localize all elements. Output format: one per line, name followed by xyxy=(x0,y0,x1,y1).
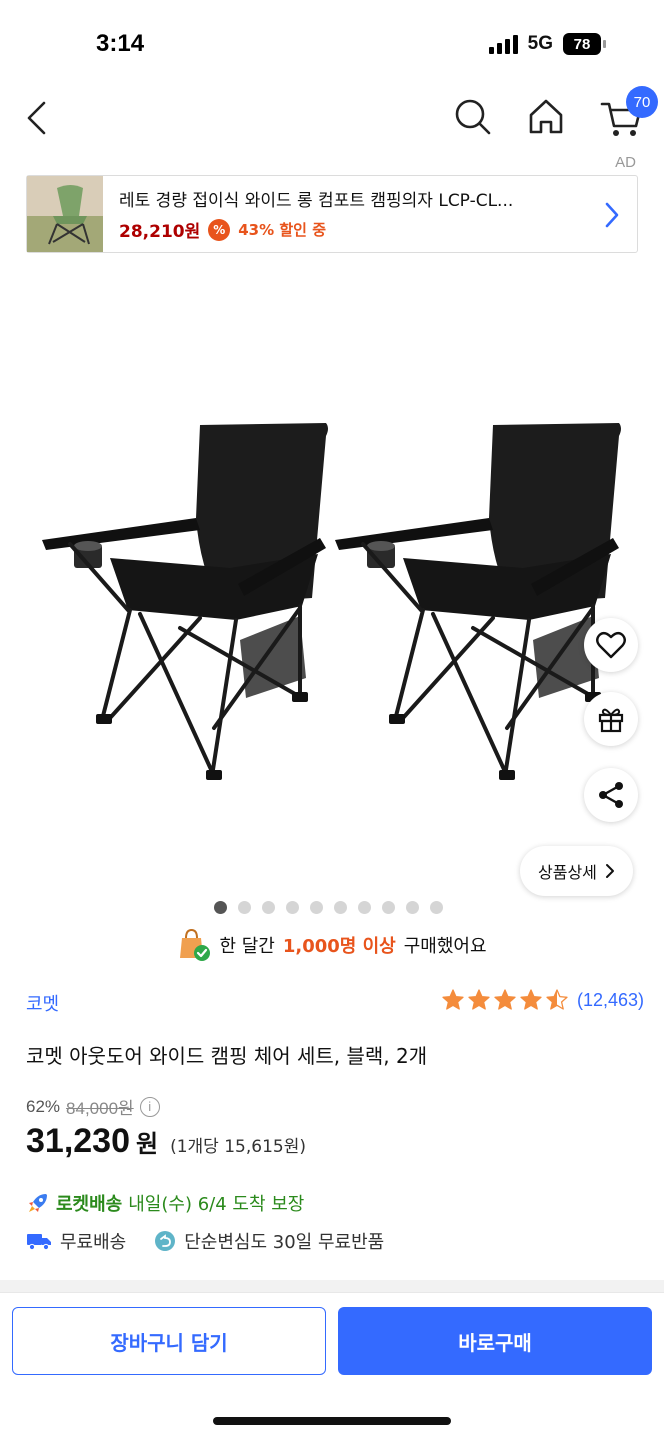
share-button[interactable] xyxy=(584,768,638,822)
perks-row: 무료배송 단순변심도 30일 무료반품 xyxy=(26,1228,384,1254)
gift-icon xyxy=(598,708,624,733)
star-half-icon xyxy=(546,989,568,1010)
pagination-dot[interactable] xyxy=(430,901,443,914)
camping-chair-illustration xyxy=(42,421,623,782)
section-divider xyxy=(0,1280,664,1292)
heart-icon xyxy=(596,631,626,659)
pagination-dot[interactable] xyxy=(310,901,323,914)
sale-price-row: 31,230 원 (1개당 15,615원) xyxy=(26,1122,306,1161)
original-price-row: 62% 84,000원 i xyxy=(26,1094,160,1119)
battery-icon: 78 xyxy=(563,33,606,55)
pagination-dot[interactable] xyxy=(286,901,299,914)
signal-icon xyxy=(488,34,518,54)
discount-percent-icon: % xyxy=(208,218,231,241)
purchase-count-banner: 한 달간 1,000명 이상 구매했어요 xyxy=(0,928,664,962)
pagination-dot[interactable] xyxy=(382,901,395,914)
bottom-action-bar: 장바구니 담기 바로구매 xyxy=(0,1292,664,1440)
status-time: 3:14 xyxy=(96,30,145,57)
cart-count-badge: 70 xyxy=(626,86,658,118)
pagination-dot[interactable] xyxy=(238,901,251,914)
rating-summary[interactable]: (12,463) xyxy=(441,988,644,1012)
star-full-icon xyxy=(468,989,490,1010)
pagination-dot[interactable] xyxy=(358,901,371,914)
product-detail-label: 상품상세 xyxy=(538,863,597,882)
pagination-dot[interactable] xyxy=(214,901,227,914)
purchase-prefix: 한 달간 xyxy=(219,936,275,957)
home-icon[interactable] xyxy=(526,96,566,136)
ad-thumbnail xyxy=(27,176,103,252)
sale-price: 31,230 xyxy=(26,1122,130,1160)
ad-price: 28,210원 xyxy=(119,222,201,242)
product-detail-button[interactable]: 상품상세 xyxy=(520,846,633,896)
search-icon[interactable] xyxy=(452,96,492,136)
unit-price: (1개당 15,615원) xyxy=(170,1137,306,1157)
rocket-delivery-label: 로켓배송 xyxy=(56,1194,123,1215)
info-icon[interactable]: i xyxy=(139,1096,160,1117)
return-icon xyxy=(155,1231,176,1251)
pagination-dot[interactable] xyxy=(406,901,419,914)
rating-stars xyxy=(441,988,569,1012)
rocket-delivery-row: 로켓배송 내일(수) 6/4 도착 보장 xyxy=(26,1190,304,1216)
status-bar: 3:14 5G 78 xyxy=(0,0,664,92)
price-currency: 원 xyxy=(136,1130,159,1158)
purchase-highlight: 1,000명 이상 xyxy=(282,936,396,957)
shopping-bag-check-icon xyxy=(180,928,211,961)
add-to-cart-button[interactable]: 장바구니 담기 xyxy=(12,1307,326,1375)
rocket-icon xyxy=(29,1194,47,1212)
network-label: 5G xyxy=(527,33,553,54)
star-full-icon xyxy=(520,989,542,1010)
status-indicators: 5G 78 xyxy=(488,33,606,55)
product-title: 코멧 아웃도어 와이드 캠핑 체어 세트, 블랙, 2개 xyxy=(26,1044,428,1068)
gift-button[interactable] xyxy=(584,692,638,746)
ad-title: 레토 경량 접이식 와이드 롱 컴포트 캠핑의자 LCP-CL... xyxy=(119,191,514,211)
ad-label: AD xyxy=(615,154,636,171)
share-icon xyxy=(599,782,623,808)
review-count: (12,463) xyxy=(576,989,644,1010)
ad-banner[interactable]: 레토 경량 접이식 와이드 롱 컴포트 캠핑의자 LCP-CL... 28,21… xyxy=(26,175,638,253)
buy-now-button[interactable]: 바로구매 xyxy=(338,1307,652,1375)
top-nav: 70 xyxy=(0,86,664,148)
free-return: 단순변심도 30일 무료반품 xyxy=(184,1232,385,1253)
pagination-dot[interactable] xyxy=(262,901,275,914)
ad-discount: 43% 할인 중 xyxy=(238,221,326,239)
truck-icon xyxy=(27,1234,51,1251)
pagination-dot[interactable] xyxy=(334,901,347,914)
brand-link[interactable]: 코멧 xyxy=(26,990,59,1016)
back-arrow-icon[interactable] xyxy=(22,98,52,138)
original-price: 84,000원 xyxy=(66,1099,134,1118)
star-full-icon xyxy=(494,989,516,1010)
wishlist-heart-button[interactable] xyxy=(584,618,638,672)
home-indicator[interactable] xyxy=(213,1417,451,1425)
purchase-suffix: 구매했어요 xyxy=(403,936,487,957)
free-shipping: 무료배송 xyxy=(60,1232,127,1253)
star-full-icon xyxy=(442,989,464,1010)
battery-level: 78 xyxy=(563,33,601,55)
rocket-delivery-text: 내일(수) 6/4 도착 보장 xyxy=(128,1194,305,1215)
product-image[interactable] xyxy=(0,268,664,898)
chevron-right-icon xyxy=(605,864,614,878)
image-pagination[interactable] xyxy=(214,901,443,914)
discount-rate: 62% xyxy=(26,1096,61,1116)
chevron-right-icon xyxy=(605,202,619,228)
